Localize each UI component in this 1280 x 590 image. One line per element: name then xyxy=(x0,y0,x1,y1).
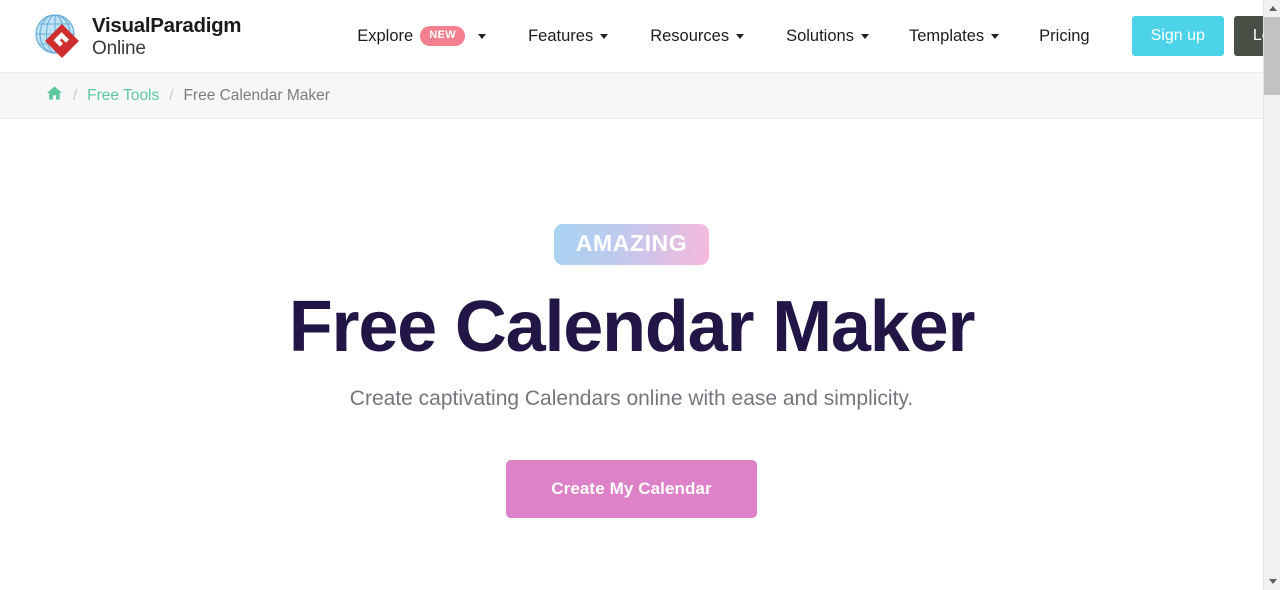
scroll-up-arrow-icon[interactable] xyxy=(1264,0,1280,17)
nav-item-solutions[interactable]: Solutions xyxy=(786,19,869,54)
brand-wordmark: VisualParadigm Online xyxy=(92,13,242,60)
chevron-down-icon xyxy=(860,33,869,39)
scroll-down-arrow-icon[interactable] xyxy=(1264,573,1280,590)
nav-label-resources: Resources xyxy=(650,26,730,45)
nav-label-features: Features xyxy=(528,26,594,45)
nav-item-explore[interactable]: Explore NEW xyxy=(357,18,487,54)
page-title: Free Calendar Maker xyxy=(288,287,976,367)
nav-item-pricing[interactable]: Pricing xyxy=(1039,19,1089,54)
page-scrollbar[interactable] xyxy=(1263,0,1280,590)
chevron-down-icon xyxy=(736,33,745,39)
nav-label-templates: Templates xyxy=(908,26,985,45)
breadcrumb-home-link[interactable] xyxy=(46,85,63,106)
home-icon xyxy=(46,85,63,106)
breadcrumb-list: / Free Tools / Free Calendar Maker xyxy=(46,85,330,106)
nav-label-explore: Explore xyxy=(357,26,414,45)
breadcrumb-current-page: Free Calendar Maker xyxy=(183,86,330,104)
breadcrumb-link-free-tools[interactable]: Free Tools xyxy=(87,87,159,105)
globe-diamond-logo-icon xyxy=(30,9,84,63)
brand-name-paradigm: Paradigm xyxy=(150,13,242,37)
chevron-down-icon xyxy=(478,33,487,39)
create-my-calendar-button[interactable]: Create My Calendar xyxy=(506,459,757,518)
hero-eyebrow-row: AMAZING xyxy=(0,224,1263,265)
header-actions: Sign up Log in xyxy=(1131,16,1263,56)
chevron-down-icon xyxy=(991,33,1000,39)
brand-name-visual: Visual xyxy=(92,13,151,37)
brand-logo-link[interactable]: VisualParadigm Online xyxy=(30,9,242,63)
scrollbar-thumb[interactable] xyxy=(1264,17,1280,95)
nav-item-templates[interactable]: Templates xyxy=(908,19,1000,54)
nav-item-resources[interactable]: Resources xyxy=(650,19,745,54)
hero-section: + AMAZING Free Calendar Maker Create cap… xyxy=(0,119,1263,590)
scroll-up-arrow-glyph xyxy=(1268,6,1277,11)
hero-subtitle: Create captivating Calendars online with… xyxy=(349,386,914,410)
log-in-button[interactable]: Log in xyxy=(1233,16,1263,56)
primary-navigation: Explore NEW Features Resources Solutions… xyxy=(357,18,1131,54)
amazing-badge: AMAZING xyxy=(553,224,710,265)
new-badge: NEW xyxy=(420,26,466,46)
breadcrumb-separator: / xyxy=(169,87,174,104)
brand-name-online: Online xyxy=(92,38,146,60)
page-viewport: VisualParadigm Online Explore NEW Featur… xyxy=(0,0,1263,590)
chevron-down-icon xyxy=(600,33,609,39)
hero-content: AMAZING Free Calendar Maker Create capti… xyxy=(0,119,1263,518)
nav-label-pricing: Pricing xyxy=(1039,26,1090,45)
breadcrumb-separator: / xyxy=(73,87,78,104)
scroll-down-arrow-glyph xyxy=(1268,579,1277,584)
nav-item-features[interactable]: Features xyxy=(528,19,609,54)
breadcrumb: / Free Tools / Free Calendar Maker xyxy=(0,72,1263,119)
site-header: VisualParadigm Online Explore NEW Featur… xyxy=(0,0,1263,72)
nav-label-solutions: Solutions xyxy=(786,26,854,45)
sign-up-button[interactable]: Sign up xyxy=(1131,16,1224,56)
